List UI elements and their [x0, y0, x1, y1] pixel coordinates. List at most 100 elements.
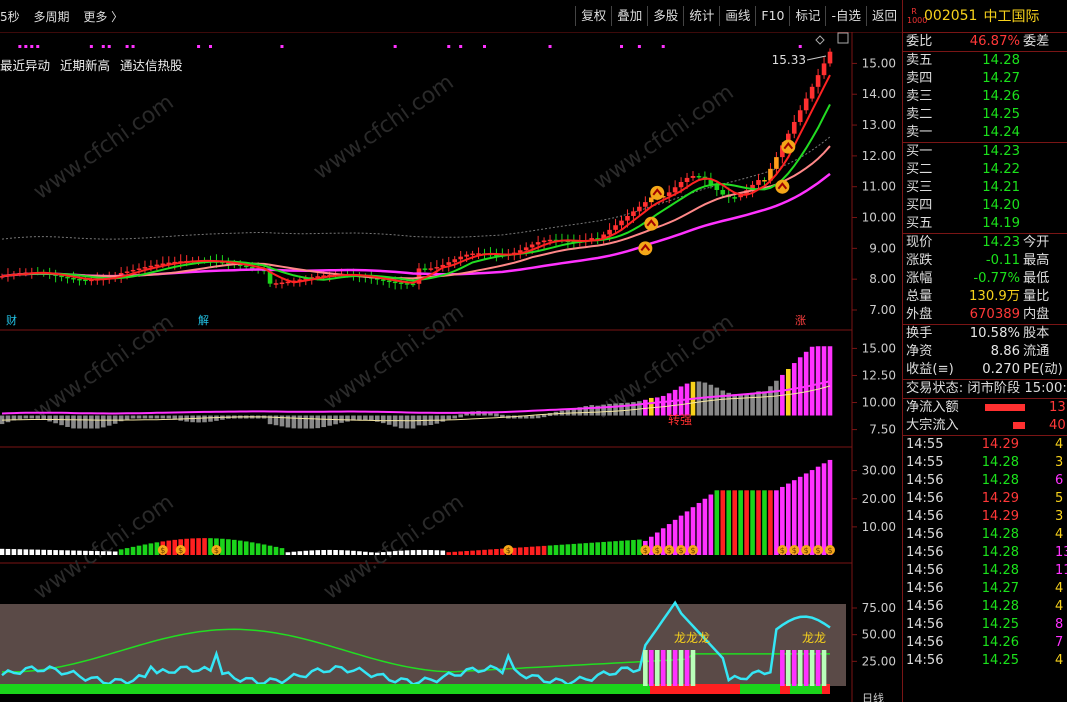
candle-body[interactable] — [470, 253, 475, 256]
ind1-bar — [535, 415, 541, 419]
back-button[interactable]: 返回 — [865, 6, 902, 26]
candle-body[interactable] — [690, 175, 696, 178]
event-badge-finance[interactable]: 财 — [4, 313, 19, 329]
candle-body[interactable] — [458, 256, 463, 260]
candle-body[interactable] — [428, 268, 434, 270]
candle-body[interactable] — [541, 240, 547, 243]
candle-body[interactable] — [386, 280, 392, 283]
up-arrow-marker-icon[interactable] — [775, 179, 790, 194]
candle-body[interactable] — [77, 278, 82, 281]
candle-body[interactable] — [613, 225, 618, 230]
money-bag-icon: $ — [175, 545, 186, 555]
candle-body[interactable] — [422, 268, 428, 270]
candle-body[interactable] — [625, 215, 630, 221]
mark-button[interactable]: 标记 — [789, 6, 825, 26]
candle-body[interactable] — [523, 247, 529, 251]
candle-body[interactable] — [696, 175, 702, 178]
ind2-bar — [422, 549, 428, 555]
ind1-bar — [130, 415, 136, 419]
candle-body[interactable] — [637, 206, 642, 212]
stock-name[interactable]: 中工国际 — [983, 6, 1039, 26]
draw-line-button[interactable]: 画线 — [719, 6, 755, 26]
candle-body[interactable] — [803, 98, 809, 111]
candle-body[interactable] — [130, 269, 136, 272]
fundamental-row: 收益(≡) 0.270 PE(动) — [903, 361, 1067, 379]
diamond-icon[interactable] — [815, 35, 825, 45]
tick-time: 14:56 — [906, 473, 944, 488]
up-arrow-marker-icon[interactable] — [781, 139, 796, 154]
candle-body[interactable] — [529, 244, 535, 248]
candle-body[interactable] — [124, 271, 130, 274]
ind2-bar — [148, 543, 154, 555]
statistics-button[interactable]: 统计 — [683, 6, 719, 26]
candle-body[interactable] — [797, 110, 803, 122]
up-arrow-marker-icon[interactable] — [638, 241, 653, 256]
candle-body[interactable] — [631, 211, 636, 216]
candle-body[interactable] — [464, 254, 469, 257]
period-5s[interactable]: 5秒 — [0, 10, 20, 24]
ind2-bar — [535, 546, 541, 555]
candle-body[interactable] — [672, 187, 678, 193]
candle-body[interactable] — [809, 86, 815, 99]
candle-body[interactable] — [762, 180, 767, 182]
multi-period[interactable]: 多周期 — [33, 10, 69, 24]
signal-dot — [89, 45, 93, 48]
candle-body[interactable] — [547, 239, 553, 242]
stock-code[interactable]: 002051 — [924, 8, 977, 24]
ind2-bar — [786, 483, 791, 555]
candle-body[interactable] — [249, 266, 255, 269]
pane-toggle-icon[interactable] — [837, 32, 849, 44]
more-menu[interactable]: 更多 〉 — [83, 10, 123, 24]
candle-body[interactable] — [684, 177, 690, 183]
tag-recent-move[interactable]: 最近异动 — [0, 58, 50, 73]
candle-body[interactable] — [535, 242, 541, 245]
candle-body[interactable] — [756, 180, 761, 185]
sell-level-5-label: 卖五 — [906, 53, 933, 68]
tag-hot-stock[interactable]: 通达信热股 — [120, 58, 183, 73]
candle-body[interactable] — [148, 265, 154, 268]
candle-body[interactable] — [446, 262, 452, 265]
candle-body[interactable] — [279, 282, 285, 285]
candle-body[interactable] — [720, 189, 726, 195]
kline-chart-area[interactable]: www.cfchi.com www.cfchi.com www.cfchi.com w… — [0, 0, 902, 702]
candle-body[interactable] — [273, 283, 279, 285]
ind2-bar — [202, 538, 207, 555]
candle-body[interactable] — [452, 259, 458, 263]
money-bag-icon: $ — [777, 545, 788, 555]
up-arrow-marker-icon[interactable] — [644, 216, 659, 231]
candle-body[interactable] — [678, 182, 684, 188]
ind2-bar — [41, 549, 46, 555]
ind2-bar — [470, 550, 475, 555]
candle-body[interactable] — [791, 121, 797, 134]
tag-new-high[interactable]: 近期新高 — [60, 58, 110, 73]
tick-volume: 4 — [1055, 527, 1064, 542]
ind2-bar — [220, 538, 225, 555]
kline-chart-svg[interactable]: www.cfchi.com www.cfchi.com www.cfchi.com w… — [0, 0, 902, 702]
candle-body[interactable] — [643, 202, 648, 207]
candle-body[interactable] — [71, 277, 76, 280]
candle-body[interactable] — [821, 63, 827, 76]
candle-body[interactable] — [619, 220, 624, 226]
candle-body[interactable] — [827, 51, 833, 64]
candle-body[interactable] — [392, 281, 398, 284]
candle-body[interactable] — [398, 282, 404, 284]
candle-body[interactable] — [732, 197, 737, 199]
candle-body[interactable] — [774, 157, 779, 169]
remove-watchlist-button[interactable]: -自选 — [825, 6, 866, 26]
candle-body[interactable] — [607, 229, 612, 235]
candle-body[interactable] — [815, 75, 821, 87]
restore-rights-button[interactable]: 复权 — [575, 6, 611, 26]
f10-button[interactable]: F10 — [755, 6, 789, 26]
candle-body[interactable] — [434, 267, 440, 269]
multi-stock-button[interactable]: 多股 — [647, 6, 683, 26]
event-badge-unlock[interactable]: 解 — [196, 313, 211, 329]
stat-row-right-label: 量比 — [1023, 289, 1050, 304]
candle-body[interactable] — [142, 267, 148, 269]
candle-body[interactable] — [136, 268, 142, 270]
tick-list[interactable]: 14:55 14.29 4 14:55 14.28 3 14:56 14.28 6 14:56 14… — [903, 436, 1067, 676]
candle-body[interactable] — [65, 276, 70, 279]
tick-price: 14.28 — [981, 473, 1019, 488]
overlay-button[interactable]: 叠加 — [611, 6, 647, 26]
up-arrow-marker-icon[interactable] — [650, 185, 665, 200]
event-badge-limit-up[interactable]: 涨 — [793, 313, 808, 329]
